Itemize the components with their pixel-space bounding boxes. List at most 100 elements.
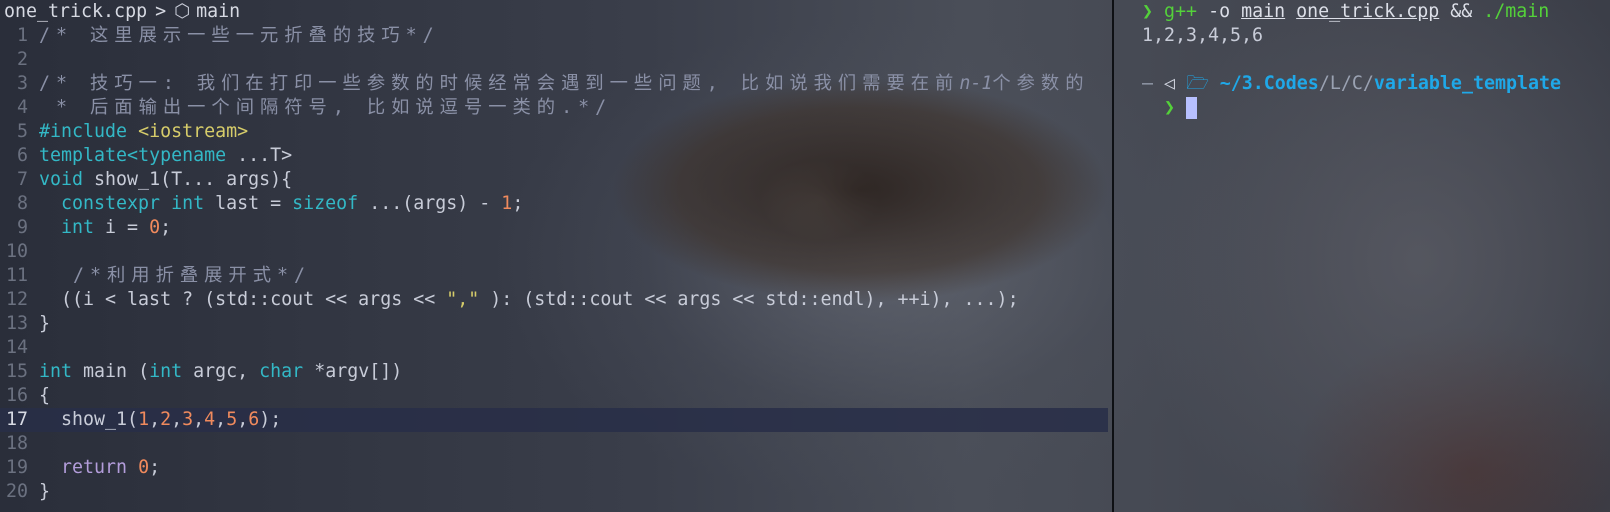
code-comment: /* 这里展示一些一元折叠的技巧*/ xyxy=(39,25,440,46)
line-number: 2 xyxy=(16,49,28,70)
line-number: 7 xyxy=(16,169,28,190)
prompt-chevron-icon: ❯ xyxy=(1164,97,1176,118)
code-line-13[interactable]: 13} xyxy=(0,312,1108,336)
number-literal: 5 xyxy=(226,409,238,430)
code-line-16[interactable]: 16 { xyxy=(0,384,1108,408)
keyword: int xyxy=(39,217,95,238)
number-literal: 0 xyxy=(138,457,150,478)
path-current-dir: variable_template xyxy=(1373,73,1561,94)
line-number: 19 xyxy=(5,457,28,478)
code-line-17-current[interactable]: 17 show_1(1,2,3,4,5,6); xyxy=(0,408,1108,432)
path-separator: / xyxy=(1362,73,1374,94)
code-line-8[interactable]: 8 constexpr int last = sizeof ...(args) … xyxy=(0,192,1108,216)
code-text: ; xyxy=(160,217,172,238)
code-line-10[interactable]: 10 xyxy=(0,240,1108,264)
line-number: 3 xyxy=(16,73,28,94)
code-text: { xyxy=(39,385,51,406)
editor-pane[interactable]: one_trick.cpp > ⬡ main 1/* 这里展示一些一元折叠的技巧*/ … xyxy=(0,0,1112,512)
line-number: 15 xyxy=(5,361,28,382)
code-comment: /*利用折叠展开式*/ xyxy=(39,265,312,286)
code-text: i = xyxy=(94,217,150,238)
code-line-2[interactable]: 2 xyxy=(0,48,1108,72)
code-text: show_1(T... args){ xyxy=(83,169,293,190)
line-number: 5 xyxy=(16,121,28,142)
path-segment: 3.Codes xyxy=(1241,73,1319,94)
path-separator: / xyxy=(1318,73,1330,94)
code-line-1[interactable]: 1 /* 这里展示一些一元折叠的技巧*/ xyxy=(0,24,1108,48)
line-number: 1 xyxy=(16,25,28,46)
path-segment: L xyxy=(1329,73,1341,94)
breadcrumb-symbol[interactable]: main xyxy=(196,1,240,22)
line-number: 17 xyxy=(5,409,28,430)
terminal-cursor xyxy=(1186,97,1198,119)
line-number: 18 xyxy=(5,433,28,454)
code-text: show_1( xyxy=(39,409,139,430)
code-comment: /* 技巧一: 我们在打印一些参数的时候经常会遇到一些问题, 比如说我们需要在前 xyxy=(39,73,960,94)
path-separator: / xyxy=(1340,73,1352,94)
code-text: ...T> xyxy=(226,145,293,166)
preprocessor: #include xyxy=(39,121,128,142)
path-segment: C xyxy=(1351,73,1363,94)
number-literal: 1 xyxy=(138,409,150,430)
editor-winbar: one_trick.cpp > ⬡ main xyxy=(4,0,240,24)
keyword: sizeof xyxy=(292,193,359,214)
code-line-18[interactable]: 18 xyxy=(0,432,1108,456)
code-comment: * 后面输出一个间隔符号, 比如说逗号一类的.*/ xyxy=(39,97,613,118)
code-text: ): (std::cout << args << std::endl), ++i… xyxy=(479,289,1019,310)
line-number: 11 xyxy=(5,265,28,286)
line-number: 13 xyxy=(5,313,28,334)
terminal-prompt[interactable]: ❯ xyxy=(1164,96,1198,120)
include-path: <iostream> xyxy=(138,121,249,142)
number-literal: 4 xyxy=(204,409,216,430)
code-line-12[interactable]: 12 ((i < last ? (std::cout << args << ",… xyxy=(0,288,1108,312)
code-text: *argv[]) xyxy=(303,361,403,382)
code-text: last = xyxy=(204,193,293,214)
terminal-pane[interactable]: ❯ g++ -o main one_trick.cpp && ./main 1,… xyxy=(1114,0,1610,512)
number-literal: 3 xyxy=(182,409,194,430)
number-literal: 6 xyxy=(248,409,260,430)
code-line-14[interactable]: 14 xyxy=(0,336,1108,360)
line-number: 16 xyxy=(5,385,28,406)
terminal-output: 1,2,3,4,5,6 xyxy=(1142,25,1264,46)
command-source-file: one_trick.cpp xyxy=(1296,1,1440,22)
code-line-9[interactable]: 9 int i = 0; xyxy=(0,216,1108,240)
code-text: argc, xyxy=(182,361,260,382)
code-line-19[interactable]: 19 return 0; xyxy=(0,456,1108,480)
number-literal: 2 xyxy=(160,409,172,430)
cube-icon: ⬡ xyxy=(174,1,191,22)
code-line-11[interactable]: 11 /*利用折叠展开式*/ xyxy=(0,264,1108,288)
command-operator: && xyxy=(1439,1,1484,22)
command-output-file: main xyxy=(1241,1,1286,22)
line-number: 20 xyxy=(5,481,28,502)
code-line-3[interactable]: 3 /* 技巧一: 我们在打印一些参数的时候经常会遇到一些问题, 比如说我们需要在… xyxy=(0,72,1108,96)
code-line-4[interactable]: 4 * 后面输出一个间隔符号, 比如说逗号一类的.*/ xyxy=(0,96,1108,120)
line-number: 12 xyxy=(5,289,28,310)
line-number: 14 xyxy=(5,337,28,358)
breadcrumb-separator: > xyxy=(155,1,167,22)
code-text: , xyxy=(149,409,161,430)
folder-icon: 🗁 xyxy=(1186,73,1209,94)
triangle-icon: ◁ xyxy=(1164,73,1176,94)
code-text: , xyxy=(215,409,227,430)
keyword: void xyxy=(39,169,84,190)
code-comment: n-1 xyxy=(959,73,993,94)
filename[interactable]: one_trick.cpp xyxy=(4,1,147,22)
keyword: int xyxy=(39,361,73,382)
code-comment: 个参数的 xyxy=(992,73,1090,94)
terminal-path-line: — ◁ 🗁 ~/3.Codes/L/C/variable_template xyxy=(1142,72,1561,96)
keyword: typename xyxy=(138,145,227,166)
code-text: } xyxy=(39,313,51,334)
path-home: ~/ xyxy=(1219,73,1242,94)
code-text: , xyxy=(171,409,183,430)
code-line-20[interactable]: 20} xyxy=(0,480,1108,504)
code-line-5[interactable]: 5 #include <iostream> xyxy=(0,120,1108,144)
line-number: 6 xyxy=(16,145,28,166)
code-line-7[interactable]: 7 void show_1(T... args){ xyxy=(0,168,1108,192)
code-line-6[interactable]: 6 template<typename ...T> xyxy=(0,144,1108,168)
keyword: int xyxy=(149,361,183,382)
line-number: 4 xyxy=(16,97,28,118)
command-program: g++ xyxy=(1164,1,1198,22)
line-number: 10 xyxy=(5,241,28,262)
code-line-15[interactable]: 15 int main (int argc, char *argv[]) xyxy=(0,360,1108,384)
code-text: , xyxy=(237,409,249,430)
